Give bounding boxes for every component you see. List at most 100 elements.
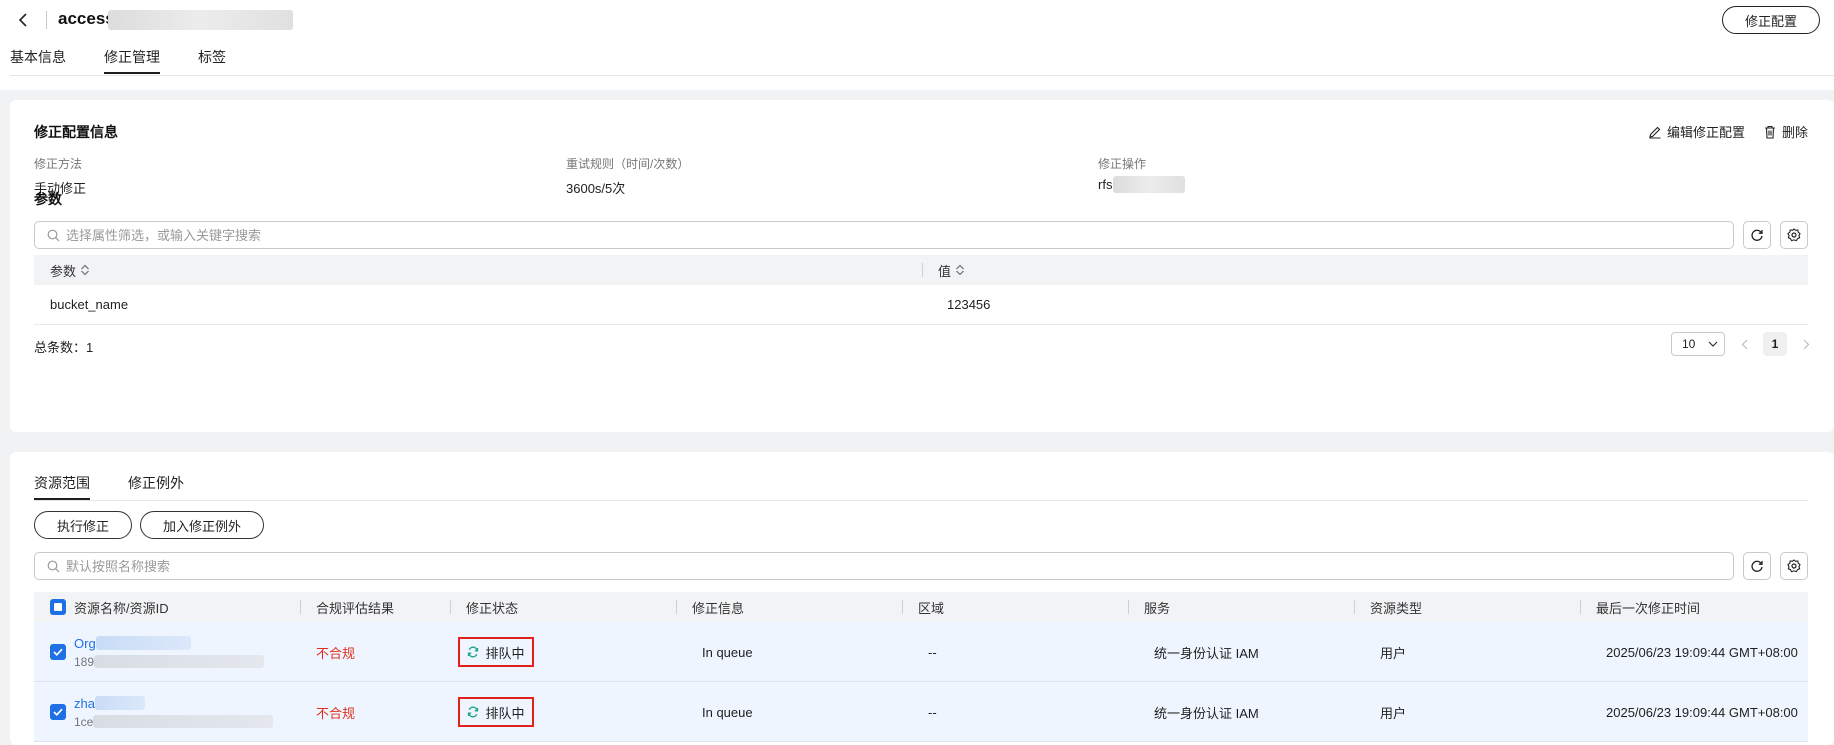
next-page-button[interactable] xyxy=(1795,333,1817,355)
status-cell: 排队中 xyxy=(458,682,534,742)
resource-table-header: 资源名称/资源ID 合规评估结果 修正状态 修正信息 区域 服务 资源类型 最后… xyxy=(34,592,1808,622)
remediation-config-button[interactable]: 修正配置 xyxy=(1722,6,1820,34)
page-size-value: 10 xyxy=(1682,337,1696,351)
gear-icon xyxy=(1787,228,1801,242)
add-exception-button[interactable]: 加入修正例外 xyxy=(140,511,264,539)
checkbox-checked[interactable] xyxy=(50,704,66,720)
region: -- xyxy=(928,644,937,660)
resource-type: 用户 xyxy=(1380,705,1407,721)
tab-remediation-management[interactable]: 修正管理 xyxy=(104,44,160,74)
resources-card: 资源范围 修正例外 执行修正 加入修正例外 资源名称/资源ID 合规评估结果 修… xyxy=(10,452,1834,745)
resource-id: 1ce xyxy=(74,714,94,729)
chevron-left-icon xyxy=(1741,339,1747,349)
chevron-left-icon xyxy=(18,13,27,27)
params-search[interactable] xyxy=(34,221,1734,249)
params-title: 参数 xyxy=(34,191,62,207)
col-status-label: 修正状态 xyxy=(466,600,519,616)
redacted-name xyxy=(94,696,145,710)
service: 统一身份认证 IAM xyxy=(1154,645,1259,661)
col-last-remediation-time: 最后一次修正时间 xyxy=(1580,592,1700,622)
col-info: 修正信息 xyxy=(676,592,745,622)
status-badge: 排队中 xyxy=(458,697,534,727)
col-region: 区域 xyxy=(902,592,945,622)
prev-page-button[interactable] xyxy=(1733,333,1755,355)
tab-resource-scope[interactable]: 资源范围 xyxy=(34,470,90,500)
search-icon xyxy=(47,229,60,241)
pagination: 10 1 xyxy=(1671,332,1817,356)
row-checkbox[interactable] xyxy=(50,622,66,682)
refresh-icon xyxy=(1751,560,1763,572)
status-label: 排队中 xyxy=(485,645,525,661)
resource-search-input[interactable] xyxy=(66,558,1584,574)
section-title: 修正配置信息 xyxy=(34,124,118,140)
tabs-divider xyxy=(34,500,1808,501)
resource-id: 189 xyxy=(74,654,95,669)
refresh-button[interactable] xyxy=(1743,221,1771,249)
param-value: 123456 xyxy=(947,297,991,312)
col-compliance-label: 合规评估结果 xyxy=(316,600,395,616)
delete-button[interactable]: 删除 xyxy=(1763,122,1808,141)
redacted-id xyxy=(93,715,274,728)
refresh-icon xyxy=(1751,229,1763,241)
resource-search[interactable] xyxy=(34,552,1734,580)
remediation-info: In queue xyxy=(702,704,753,720)
resource-name-link[interactable]: Org xyxy=(74,636,96,651)
settings-button[interactable] xyxy=(1780,221,1808,249)
edit-config-button[interactable]: 编辑修正配置 xyxy=(1648,122,1745,141)
table-row: bucket_name 123456 xyxy=(34,285,1808,325)
check-icon xyxy=(53,708,63,716)
compliance-result: 不合规 xyxy=(316,705,356,721)
param-name: bucket_name xyxy=(50,297,129,312)
last-remediation-time: 2025/06/23 19:09:44 GMT+08:00 xyxy=(1606,644,1798,660)
col-resource-type: 资源类型 xyxy=(1354,592,1422,622)
col-value[interactable]: 值 xyxy=(922,255,965,285)
chevron-right-icon xyxy=(1803,339,1809,349)
select-all-checkbox[interactable] xyxy=(50,592,66,622)
sync-icon xyxy=(468,706,479,718)
tab-remediation-exceptions[interactable]: 修正例外 xyxy=(128,470,184,500)
params-table-header: 参数 值 xyxy=(34,255,1808,285)
config-actions: 编辑修正配置 删除 xyxy=(1648,122,1808,141)
divider xyxy=(46,11,47,29)
resource-name-cell: zha 1ce xyxy=(74,682,274,742)
redacted-id xyxy=(94,655,265,668)
resource-name-link[interactable]: zha xyxy=(74,696,95,711)
retry-rule-label: 重试规则（时间/次数） xyxy=(566,157,690,171)
table-row: Org 189 不合规 排队中 In queue -- 统一身份认证 IAM 用… xyxy=(34,622,1808,682)
page-header: access 修正配置 基本信息 修正管理 标签 xyxy=(0,0,1834,90)
row-checkbox[interactable] xyxy=(50,682,66,742)
checkbox-checked[interactable] xyxy=(50,644,66,660)
refresh-button[interactable] xyxy=(1743,552,1771,580)
sort-icon xyxy=(956,264,964,276)
resource-type: 用户 xyxy=(1380,645,1407,661)
last-remediation-time: 2025/06/23 19:09:44 GMT+08:00 xyxy=(1606,704,1798,720)
retry-rule-value: 3600s/5次 xyxy=(566,181,626,196)
trash-icon xyxy=(1764,125,1775,139)
checkbox-indeterminate[interactable] xyxy=(50,599,66,615)
sync-icon xyxy=(468,646,479,658)
redacted-operation xyxy=(1113,176,1185,193)
back-button[interactable] xyxy=(14,10,34,30)
col-region-label: 区域 xyxy=(918,600,945,616)
col-info-label: 修正信息 xyxy=(692,600,745,616)
status-cell: 排队中 xyxy=(458,622,534,682)
main-tabs: 基本信息 修正管理 标签 xyxy=(10,44,264,74)
tab-basic-info[interactable]: 基本信息 xyxy=(10,44,66,74)
col-status: 修正状态 xyxy=(450,592,519,622)
search-icon xyxy=(47,560,60,572)
tabs-divider xyxy=(10,75,1834,76)
execute-remediation-button[interactable]: 执行修正 xyxy=(34,511,132,539)
total-count: 总条数：1 xyxy=(34,340,94,355)
compliance-result: 不合规 xyxy=(316,645,356,661)
params-search-input[interactable] xyxy=(66,227,1584,243)
edit-icon xyxy=(1649,126,1661,139)
redacted-name xyxy=(95,636,191,650)
region: -- xyxy=(928,704,937,720)
col-param[interactable]: 参数 xyxy=(50,255,90,285)
tab-tags[interactable]: 标签 xyxy=(198,44,226,74)
col-service: 服务 xyxy=(1128,592,1170,622)
settings-button[interactable] xyxy=(1780,552,1808,580)
edit-config-label: 编辑修正配置 xyxy=(1666,125,1745,140)
page-number[interactable]: 1 xyxy=(1763,332,1787,356)
page-size-select[interactable]: 10 xyxy=(1671,332,1725,356)
